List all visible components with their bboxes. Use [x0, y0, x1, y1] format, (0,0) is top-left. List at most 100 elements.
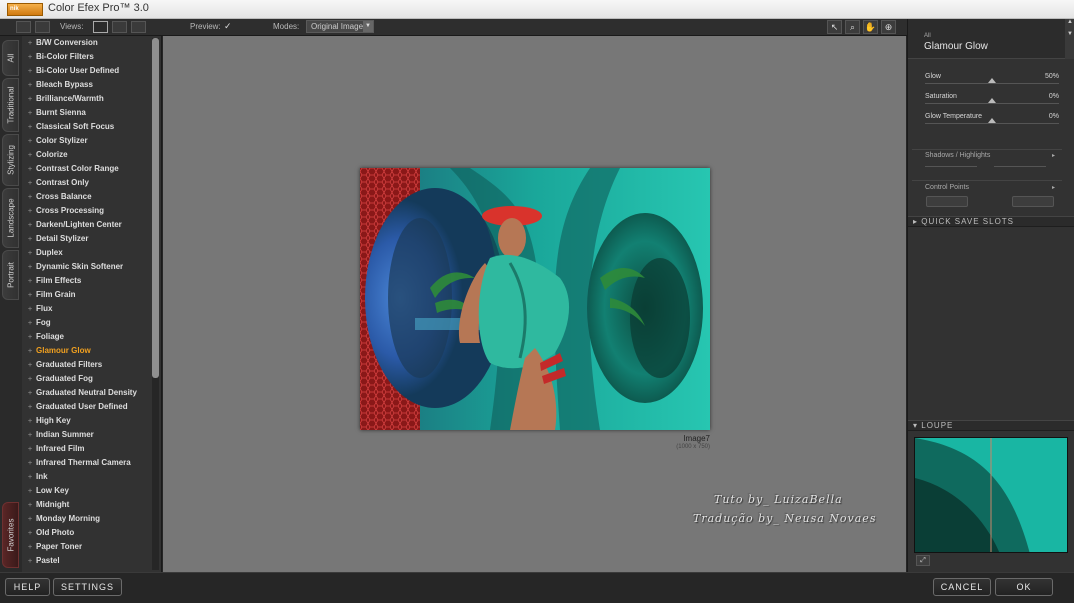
filter-list-item[interactable]: + Dynamic Skin Softener [22, 260, 161, 274]
loupe-pin-button[interactable]: ⤢ [916, 555, 930, 566]
remove-control-point-button[interactable] [1012, 196, 1054, 207]
filter-list-item[interactable]: + Film Grain [22, 288, 161, 302]
glow-temperature-slider[interactable]: Glow Temperature 0% [925, 113, 1059, 133]
filter-list-item[interactable]: + Cross Processing [22, 204, 161, 218]
filter-list-scrollbar[interactable] [152, 38, 159, 570]
panel-header-arrows[interactable]: ▲ ▼ [1065, 19, 1074, 59]
filter-list-item[interactable]: + Cross Balance [22, 190, 161, 204]
filter-list-item[interactable]: + Fog [22, 316, 161, 330]
add-favorite-icon[interactable]: + [28, 345, 36, 359]
filter-list-item[interactable]: + Midnight [22, 498, 161, 512]
filter-list-item[interactable]: + Film Effects [22, 274, 161, 288]
filter-list-item[interactable]: + Foliage [22, 330, 161, 344]
scrollbar-thumb[interactable] [152, 38, 159, 378]
filter-list-item[interactable]: + Bi-Color Filters [22, 50, 161, 64]
settings-button[interactable]: SETTINGS [53, 578, 122, 596]
filter-list-item[interactable]: + Burnt Sienna [22, 106, 161, 120]
filter-list-item[interactable]: + Low Key [22, 484, 161, 498]
filter-list-item[interactable]: + Infrared Thermal Camera [22, 456, 161, 470]
add-favorite-icon[interactable]: + [28, 401, 36, 415]
add-favorite-icon[interactable]: + [28, 177, 36, 191]
filter-list-item[interactable]: + Darken/Lighten Center [22, 218, 161, 232]
slider-knob[interactable] [988, 118, 996, 123]
filter-list-item[interactable]: + B/W Conversion [22, 36, 161, 50]
highlights-slider-track[interactable] [994, 166, 1046, 167]
filter-list-item[interactable]: + Colorize [22, 148, 161, 162]
preview-canvas[interactable]: Image7 (1000 x 750) Tuto by_ LuizaBella … [163, 36, 906, 572]
tab-all[interactable]: All [2, 40, 19, 76]
add-favorite-icon[interactable]: + [28, 219, 36, 233]
filter-list-item[interactable]: + Classical Soft Focus [22, 120, 161, 134]
add-favorite-icon[interactable]: + [28, 471, 36, 485]
expand-arrow-icon[interactable]: ▸ [1052, 184, 1055, 191]
add-favorite-icon[interactable]: + [28, 107, 36, 121]
add-favorite-icon[interactable]: + [28, 121, 36, 135]
filter-list-item[interactable]: + Paper Toner [22, 540, 161, 554]
tab-traditional[interactable]: Traditional [2, 78, 19, 132]
shadows-slider-track[interactable] [925, 166, 977, 167]
add-favorite-icon[interactable]: + [28, 289, 36, 303]
filter-list-item[interactable]: + Pastel [22, 554, 161, 568]
add-favorite-icon[interactable]: + [28, 555, 36, 569]
filter-list-item[interactable]: + Bleach Bypass [22, 78, 161, 92]
add-favorite-icon[interactable]: + [28, 317, 36, 331]
mode-select[interactable]: Original Image ▼ [306, 20, 374, 33]
tab-favorites[interactable]: Favorites [2, 502, 19, 568]
cancel-button[interactable]: CANCEL [933, 578, 991, 596]
add-favorite-icon[interactable]: + [28, 37, 36, 51]
filter-list-item[interactable]: + Color Stylizer [22, 134, 161, 148]
add-favorite-icon[interactable]: + [28, 149, 36, 163]
expand-arrow-icon[interactable]: ▸ [1052, 152, 1055, 159]
saturation-slider[interactable]: Saturation 0% [925, 93, 1059, 113]
filter-list-toggle-button[interactable] [16, 21, 31, 33]
split-view-button[interactable] [112, 21, 127, 33]
shadows-highlights-label[interactable]: Shadows / Highlights [925, 152, 990, 159]
add-favorite-icon[interactable]: + [28, 303, 36, 317]
add-favorite-icon[interactable]: + [28, 51, 36, 65]
tab-stylizing[interactable]: Stylizing [2, 134, 19, 186]
add-favorite-icon[interactable]: + [28, 429, 36, 443]
filter-list-item[interactable]: + Brilliance/Warmth [22, 92, 161, 106]
add-favorite-icon[interactable]: + [28, 261, 36, 275]
add-favorite-icon[interactable]: + [28, 541, 36, 555]
filter-list-item[interactable]: + Flux [22, 302, 161, 316]
add-favorite-icon[interactable]: + [28, 513, 36, 527]
tab-landscape[interactable]: Landscape [2, 188, 19, 248]
filter-list-item[interactable]: + Graduated Filters [22, 358, 161, 372]
help-button[interactable]: HELP [5, 578, 50, 596]
filter-list-item[interactable]: + Contrast Only [22, 176, 161, 190]
filter-list-item[interactable]: + Detail Stylizer [22, 232, 161, 246]
filter-list-item[interactable]: + Graduated User Defined [22, 400, 161, 414]
filter-list-item[interactable]: + Graduated Fog [22, 372, 161, 386]
add-favorite-icon[interactable]: + [28, 233, 36, 247]
filter-list-item[interactable]: + Bi-Color User Defined [22, 64, 161, 78]
pointer-tool-button[interactable]: ↖ [827, 20, 842, 34]
add-favorite-icon[interactable]: + [28, 457, 36, 471]
add-favorite-icon[interactable]: + [28, 79, 36, 93]
add-favorite-icon[interactable]: + [28, 527, 36, 541]
quick-save-slots-header[interactable]: ▸ QUICK SAVE SLOTS [908, 216, 1074, 227]
add-favorite-icon[interactable]: + [28, 275, 36, 289]
add-favorite-icon[interactable]: + [28, 373, 36, 387]
add-favorite-icon[interactable]: + [28, 331, 36, 345]
filter-list-item[interactable]: + Graduated Neutral Density [22, 386, 161, 400]
filter-list-item[interactable]: + Contrast Color Range [22, 162, 161, 176]
filter-list-item[interactable]: + Old Photo [22, 526, 161, 540]
add-favorite-icon[interactable]: + [28, 387, 36, 401]
side-by-side-view-button[interactable] [131, 21, 146, 33]
glow-slider[interactable]: Glow 50% [925, 73, 1059, 93]
add-favorite-icon[interactable]: + [28, 499, 36, 513]
add-favorite-icon[interactable]: + [28, 191, 36, 205]
control-point-tool-button[interactable]: ⊕ [881, 20, 896, 34]
filter-list-item[interactable]: + Ink [22, 470, 161, 484]
add-favorite-icon[interactable]: + [28, 93, 36, 107]
add-favorite-icon[interactable]: + [28, 135, 36, 149]
add-favorite-icon[interactable]: + [28, 443, 36, 457]
slider-knob[interactable] [988, 78, 996, 83]
add-control-point-button[interactable] [926, 196, 968, 207]
add-favorite-icon[interactable]: + [28, 163, 36, 177]
hand-tool-button[interactable]: ✋ [863, 20, 878, 34]
add-favorite-icon[interactable]: + [28, 205, 36, 219]
filter-list-item[interactable]: + Duplex [22, 246, 161, 260]
add-favorite-icon[interactable]: + [28, 65, 36, 79]
